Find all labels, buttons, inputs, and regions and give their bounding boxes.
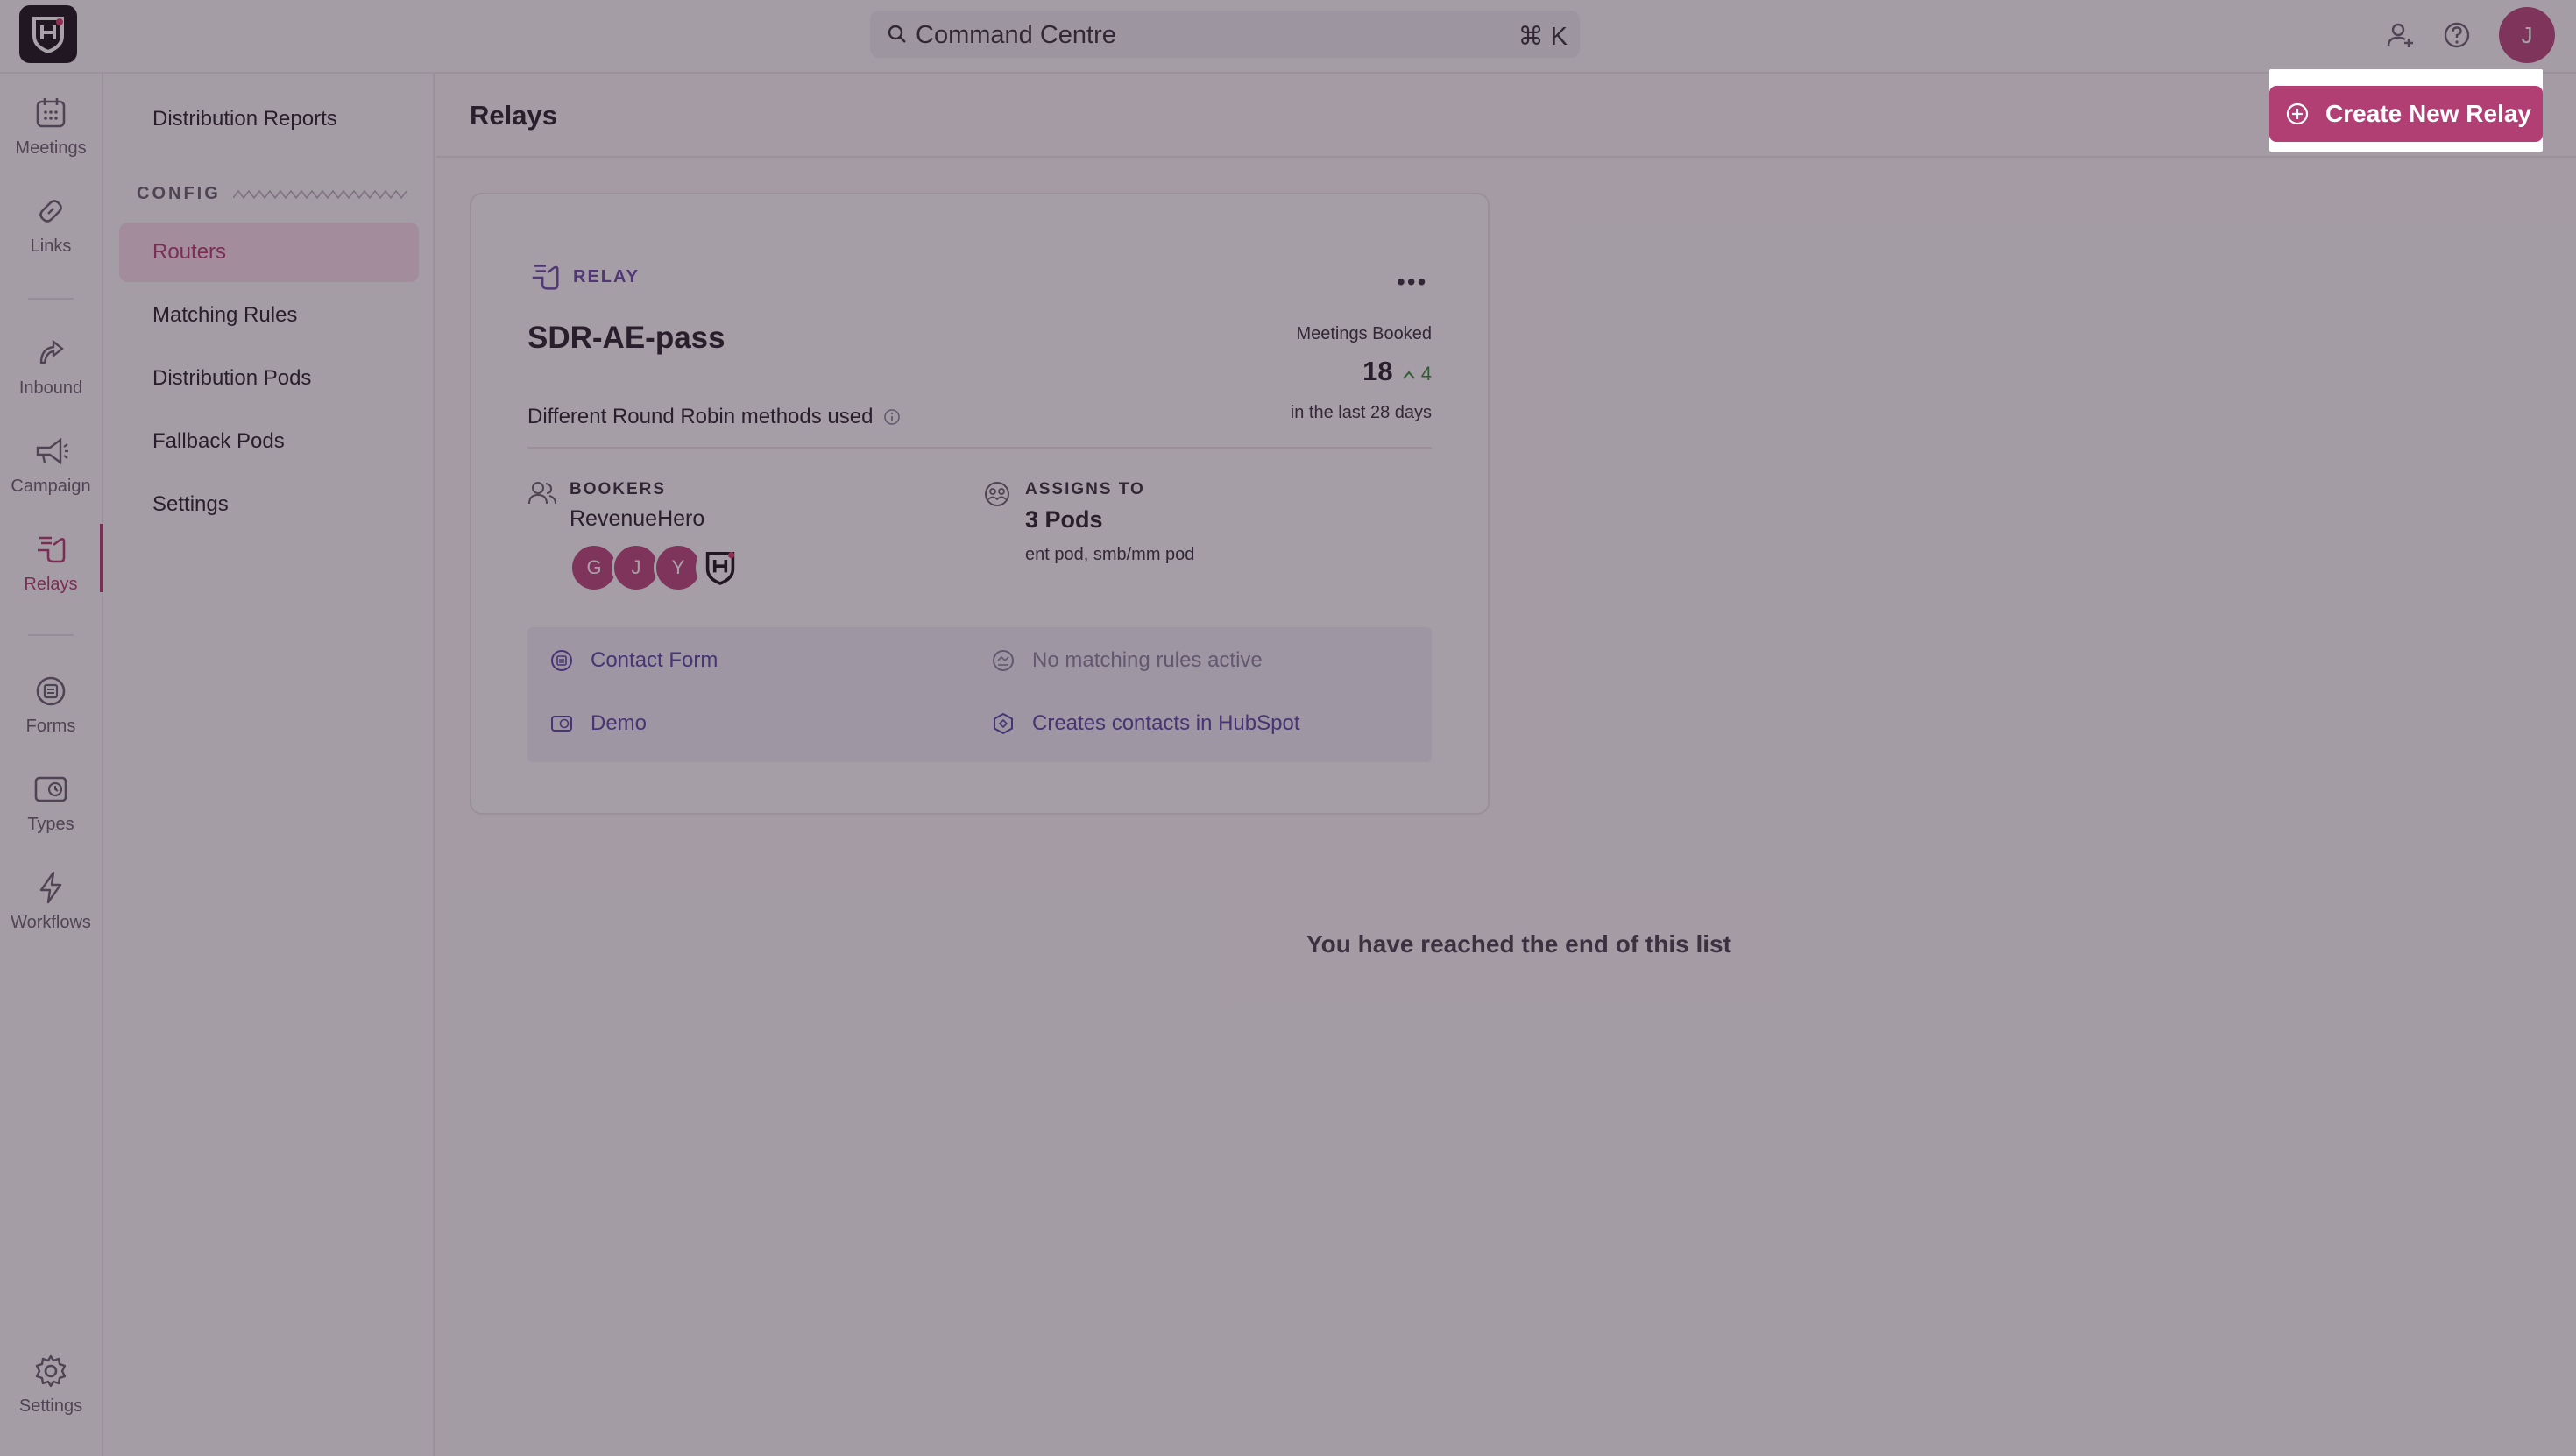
- plus-circle-icon: [2286, 102, 2309, 125]
- app-root: Command Centre ⌘ K J Meetings Links Inbo…: [0, 0, 2576, 1456]
- tour-overlay: [0, 0, 2576, 1456]
- create-new-relay-button[interactable]: Create New Relay: [2269, 86, 2543, 142]
- create-new-relay-label: Create New Relay: [2325, 100, 2532, 127]
